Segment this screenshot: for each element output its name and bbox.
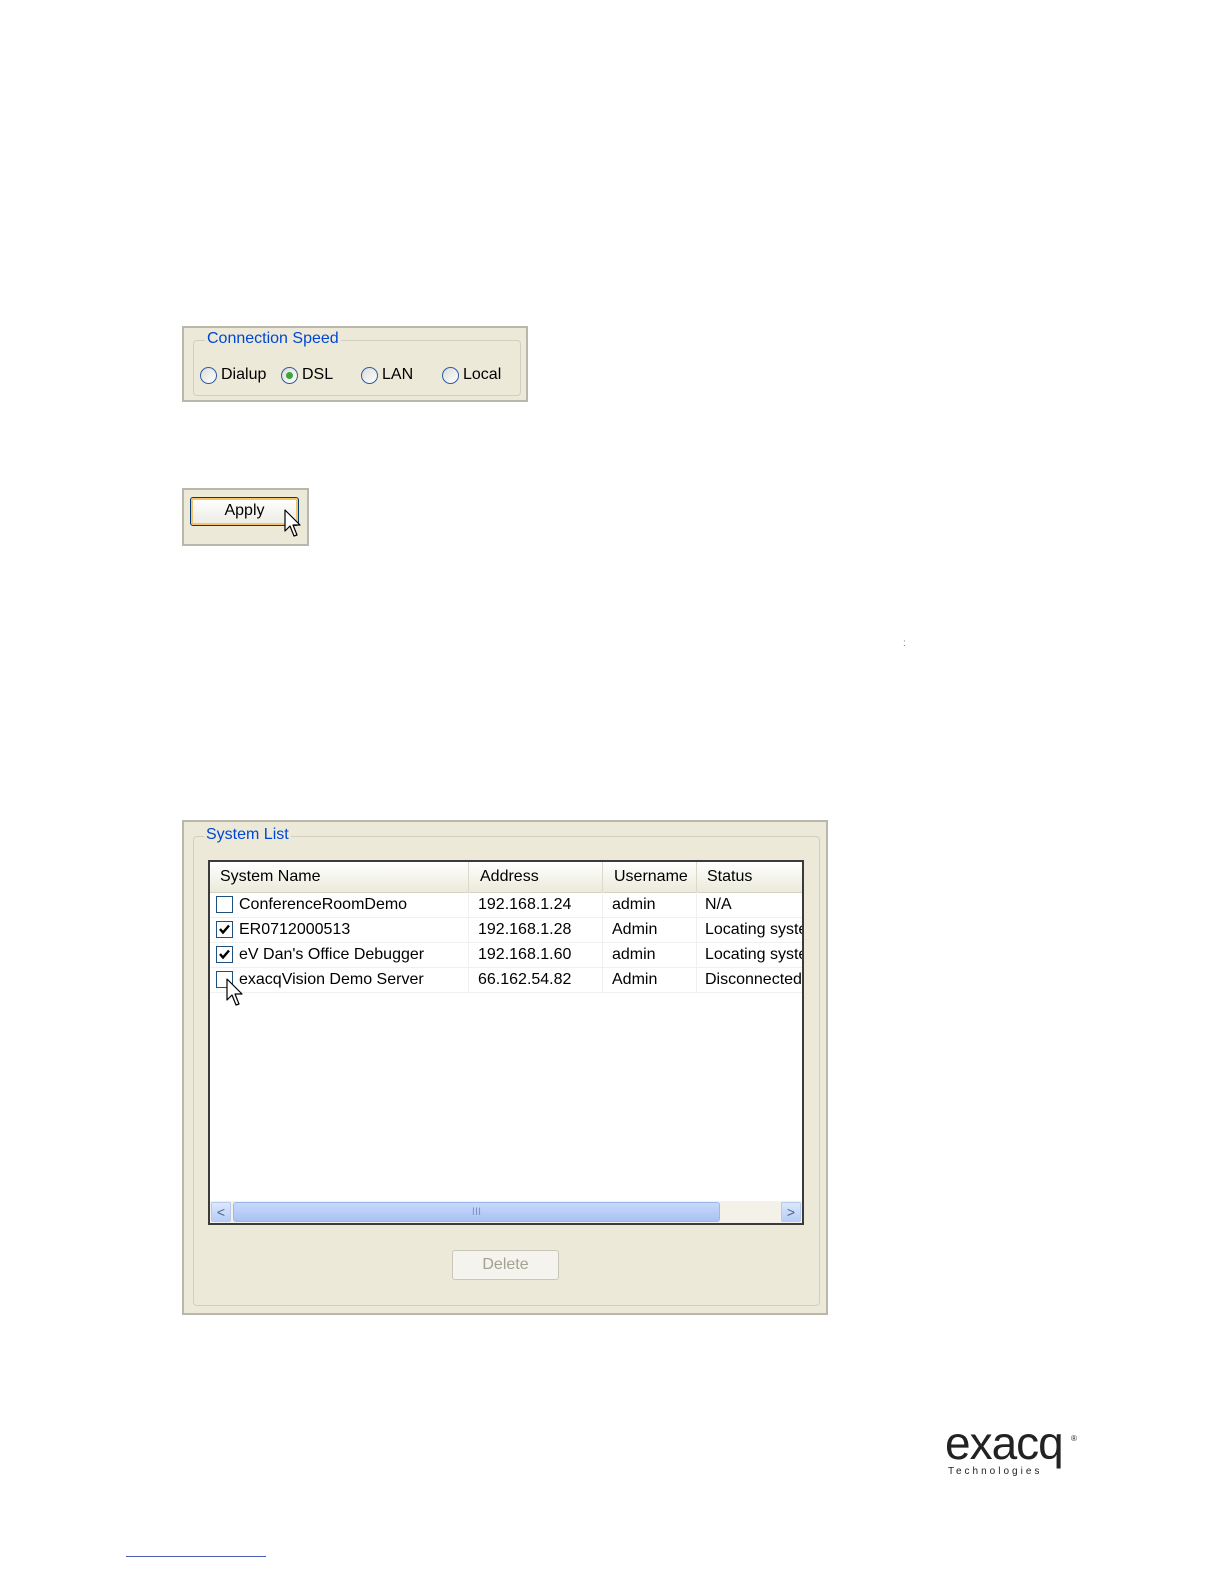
radio-lan-label: LAN: [382, 366, 414, 383]
list-header: System Name Address Username Status: [210, 862, 802, 893]
cell-username: Admin: [603, 917, 697, 942]
cell-username: admin: [603, 892, 697, 917]
logo-registered-mark: ®: [1071, 1434, 1077, 1443]
checkmark-icon: [219, 924, 230, 935]
apply-button[interactable]: Apply: [190, 497, 299, 526]
page-mark: :: [903, 638, 906, 649]
radio-lan[interactable]: LAN: [361, 366, 413, 384]
column-header-status[interactable]: Status: [697, 862, 802, 892]
footer-divider: [126, 1556, 266, 1557]
column-header-username[interactable]: Username: [603, 862, 697, 892]
cell-system-name: eV Dan's Office Debugger: [210, 942, 469, 967]
cell-status: Locating syste: [705, 946, 802, 963]
scroll-right-button[interactable]: >: [781, 1202, 801, 1222]
system-name-text: exacqVision Demo Server: [239, 971, 424, 988]
row-checkbox[interactable]: [216, 896, 233, 913]
row-checkbox[interactable]: [216, 946, 233, 963]
scroll-left-button[interactable]: <: [211, 1202, 231, 1222]
cell-status: N/A: [705, 896, 732, 913]
cell-address: 192.168.1.24: [469, 892, 603, 917]
column-header-system-name[interactable]: System Name: [210, 862, 469, 892]
connection-speed-legend: Connection Speed: [205, 330, 341, 348]
cell-username: Admin: [603, 967, 697, 992]
cell-system-name: exacqVision Demo Server: [210, 967, 469, 992]
connection-speed-group: Connection Speed Dialup DSL LAN Local: [193, 330, 521, 396]
cursor-arrow-icon: [284, 509, 301, 537]
table-row[interactable]: eV Dan's Office Debugger 192.168.1.60 ad…: [210, 942, 802, 968]
scroll-thumb[interactable]: III: [233, 1202, 720, 1222]
cell-username: admin: [603, 942, 697, 967]
radio-local-circle[interactable]: [442, 366, 459, 384]
checkmark-icon: [219, 949, 230, 960]
apply-panel: Apply: [182, 488, 309, 546]
cell-address: 192.168.1.28: [469, 917, 603, 942]
radio-local-label: Local: [463, 366, 502, 383]
cell-address: 192.168.1.60: [469, 942, 603, 967]
cell-system-name: ER0712000513: [210, 917, 469, 942]
cell-status: Locating syste: [705, 921, 802, 938]
system-list-legend: System List: [204, 826, 291, 844]
radio-dialup-circle[interactable]: [200, 366, 217, 384]
system-name-text: ConferenceRoomDemo: [239, 896, 408, 913]
table-row[interactable]: ConferenceRoomDemo 192.168.1.24 admin N/…: [210, 892, 802, 918]
column-header-address[interactable]: Address: [469, 862, 603, 892]
cell-system-name: ConferenceRoomDemo: [210, 892, 469, 917]
system-list-panel: System List System Name Address Username…: [182, 820, 828, 1315]
table-row[interactable]: exacqVision Demo Server 66.162.54.82 Adm…: [210, 967, 802, 993]
radio-local[interactable]: Local: [442, 366, 501, 384]
delete-button[interactable]: Delete: [452, 1250, 559, 1280]
cell-address: 66.162.54.82: [469, 967, 603, 992]
system-list-view[interactable]: System Name Address Username Status Conf…: [208, 860, 804, 1225]
cell-status: Disconnected: [705, 971, 802, 988]
system-name-text: eV Dan's Office Debugger: [239, 946, 425, 963]
radio-dialup[interactable]: Dialup: [200, 366, 266, 384]
row-checkbox[interactable]: [216, 921, 233, 938]
radio-dsl-circle[interactable]: [281, 366, 298, 384]
table-row[interactable]: ER0712000513 192.168.1.28 Admin Locating…: [210, 917, 802, 943]
connection-speed-panel: Connection Speed Dialup DSL LAN Local: [182, 326, 528, 402]
horizontal-scrollbar[interactable]: < III >: [210, 1201, 802, 1223]
exacq-logo: exacq ® Technologies: [945, 1420, 1080, 1478]
logo-wordmark: exacq: [945, 1417, 1064, 1469]
radio-dsl[interactable]: DSL: [281, 366, 333, 384]
radio-lan-circle[interactable]: [361, 366, 378, 384]
radio-dsl-label: DSL: [302, 366, 334, 383]
radio-dialup-label: Dialup: [221, 366, 267, 383]
system-name-text: ER0712000513: [239, 921, 351, 938]
cursor-arrow-icon: [226, 978, 243, 1006]
